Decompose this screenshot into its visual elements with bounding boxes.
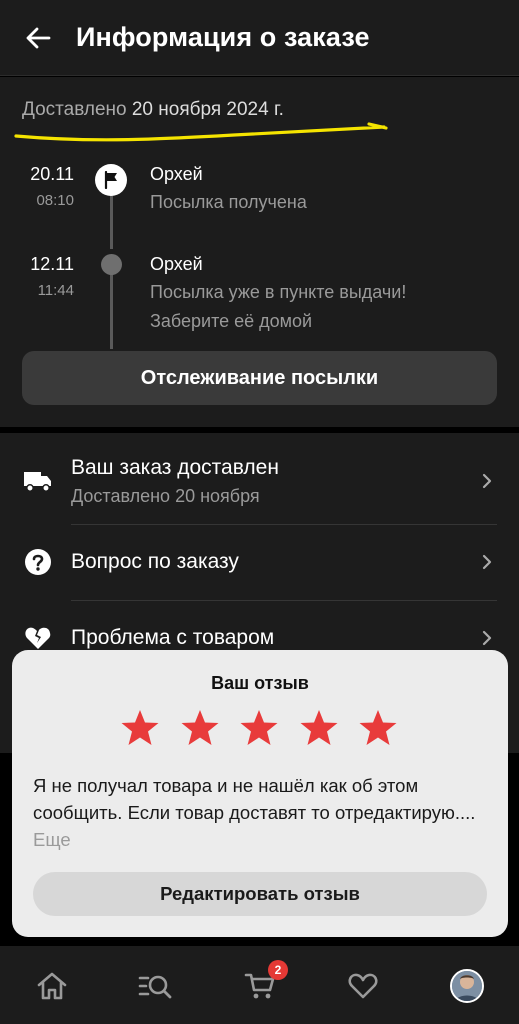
chevron-right-icon <box>477 628 497 648</box>
flag-icon <box>95 164 127 196</box>
star-icon[interactable] <box>239 708 279 748</box>
star-icon[interactable] <box>180 708 220 748</box>
event-place: Орхей <box>150 254 203 274</box>
profile-avatar[interactable] <box>447 966 487 1006</box>
review-card: Ваш отзыв Я не получал товара и не нашёл… <box>12 650 508 937</box>
yellow-highlight-stroke <box>14 122 388 142</box>
delivered-prefix: Доставлено <box>22 99 127 120</box>
review-text: Я не получал товара и не нашёл как об эт… <box>33 772 493 853</box>
app-header: Информация о заказе <box>0 0 519 76</box>
order-question-item[interactable]: Вопрос по заказу <box>22 543 497 581</box>
divider <box>71 600 497 601</box>
star-icon[interactable] <box>299 708 339 748</box>
event-time: 11:44 <box>37 282 74 299</box>
favorites-heart-icon[interactable] <box>343 966 383 1006</box>
delivered-date: 20 ноября 2024 г. <box>131 99 284 120</box>
review-title: Ваш отзыв <box>211 673 309 693</box>
home-icon[interactable] <box>32 966 72 1006</box>
star-icon[interactable] <box>120 708 160 748</box>
event-date: 20.11 <box>30 164 74 184</box>
event-status: Посылка уже в пункте выдачи! Заберите её… <box>150 282 407 331</box>
divider <box>71 524 497 525</box>
star-rating[interactable] <box>120 708 418 748</box>
event-status: Посылка получена <box>150 192 307 212</box>
back-arrow-icon[interactable] <box>18 18 58 58</box>
truck-icon <box>22 465 54 497</box>
avatar <box>450 969 484 1003</box>
event-date: 12.11 <box>30 254 74 274</box>
bottom-navigation: 2 <box>0 946 519 1024</box>
review-body: Я не получал товара и не нашёл как об эт… <box>33 775 476 823</box>
item-subtitle: Доставлено 20 ноября <box>71 485 260 506</box>
tracking-card: Доставлено 20 ноября 2024 г. 20.11 08:10… <box>0 77 519 427</box>
cart-badge: 2 <box>268 960 288 980</box>
catalog-search-icon[interactable] <box>135 966 175 1006</box>
show-more-link[interactable]: Еще <box>33 829 71 850</box>
timeline-connector <box>110 273 113 349</box>
chevron-right-icon <box>477 471 497 491</box>
edit-review-button[interactable]: Редактировать отзыв <box>33 872 487 916</box>
cart-icon[interactable]: 2 <box>240 960 288 1006</box>
chevron-right-icon <box>477 552 497 572</box>
event-time: 08:10 <box>36 192 74 209</box>
item-title: Вопрос по заказу <box>71 550 239 573</box>
order-delivered-item[interactable]: Ваш заказ доставлен Доставлено 20 ноября <box>22 453 497 509</box>
star-icon[interactable] <box>358 708 398 748</box>
timeline-dot <box>101 254 122 275</box>
question-icon <box>22 546 54 578</box>
item-title: Проблема с товаром <box>71 626 275 649</box>
track-parcel-button[interactable]: Отслеживание посылки <box>22 351 497 405</box>
delivered-date-line: Доставлено 20 ноября 2024 г. <box>22 99 284 121</box>
item-title: Ваш заказ доставлен <box>71 455 279 479</box>
event-place: Орхей <box>150 164 203 184</box>
page-title: Информация о заказе <box>76 22 370 52</box>
timeline-connector <box>110 187 113 249</box>
